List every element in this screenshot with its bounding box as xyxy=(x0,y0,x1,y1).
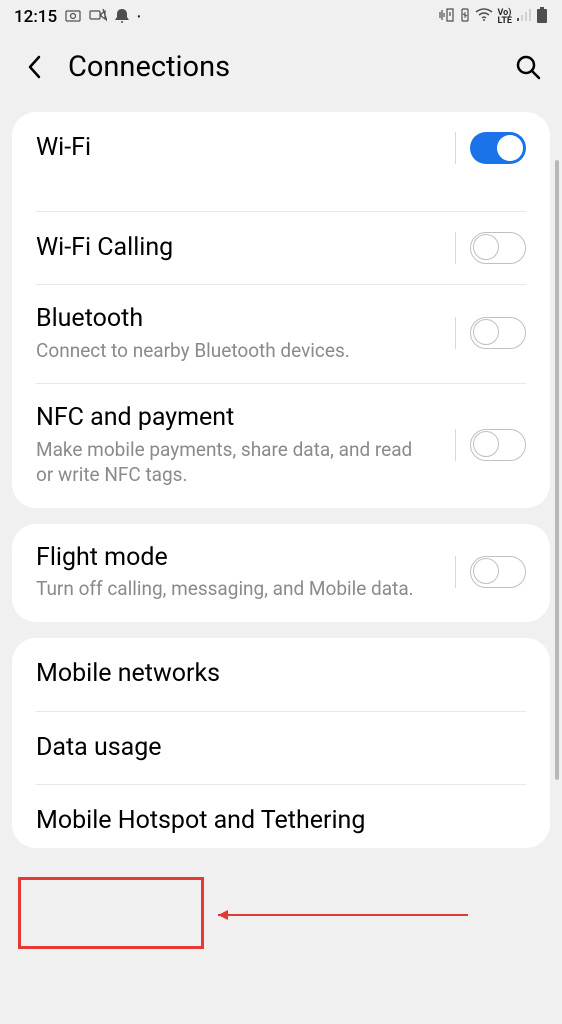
item-title: NFC and payment xyxy=(36,402,455,435)
wifi-calling-item[interactable]: Wi-Fi Calling xyxy=(12,212,550,285)
mobile-networks-item[interactable]: Mobile networks xyxy=(12,638,550,711)
notification-icon xyxy=(115,7,129,27)
page-title: Connections xyxy=(68,50,512,84)
status-bar: 12:15 • Vo)LTE xyxy=(0,0,562,34)
header: Connections xyxy=(0,34,562,112)
settings-group-2: Flight mode Turn off calling, messaging,… xyxy=(12,524,550,622)
separator xyxy=(455,429,456,461)
data-usage-item[interactable]: Data usage xyxy=(12,712,550,785)
separator xyxy=(455,556,456,588)
settings-group-1: Wi-Fi Wi-Fi Calling Bluetooth Connect to… xyxy=(12,112,550,508)
flight-mode-toggle[interactable] xyxy=(470,556,526,588)
item-title: Data usage xyxy=(36,732,526,765)
mobile-hotspot-item[interactable]: Mobile Hotspot and Tethering xyxy=(12,785,550,848)
separator xyxy=(455,317,456,349)
bluetooth-item[interactable]: Bluetooth Connect to nearby Bluetooth de… xyxy=(12,285,550,383)
vibrate-icon xyxy=(439,8,455,26)
item-title: Mobile Hotspot and Tethering xyxy=(36,805,526,838)
item-subtitle: Make mobile payments, share data, and re… xyxy=(36,437,416,488)
wifi-item[interactable]: Wi-Fi xyxy=(12,112,550,211)
flight-mode-item[interactable]: Flight mode Turn off calling, messaging,… xyxy=(12,524,550,622)
status-left: 12:15 • xyxy=(14,7,141,27)
nfc-item[interactable]: NFC and payment Make mobile payments, sh… xyxy=(12,384,550,508)
item-title: Wi-Fi Calling xyxy=(36,232,455,265)
separator xyxy=(455,232,456,264)
item-title: Wi-Fi xyxy=(36,132,455,165)
wifi-icon xyxy=(475,8,493,26)
wifi-toggle[interactable] xyxy=(470,132,526,164)
scrollbar[interactable] xyxy=(555,160,559,780)
usb-icon xyxy=(459,7,471,27)
search-button[interactable] xyxy=(512,51,544,83)
nfc-toggle[interactable] xyxy=(470,429,526,461)
voicemail-icon xyxy=(89,8,107,26)
separator xyxy=(455,132,456,164)
item-title: Bluetooth xyxy=(36,303,455,336)
item-subtitle: Turn off calling, messaging, and Mobile … xyxy=(36,576,416,602)
annotation-highlight-box xyxy=(18,877,204,949)
bluetooth-toggle[interactable] xyxy=(470,317,526,349)
status-right: Vo)LTE xyxy=(439,7,548,27)
back-button[interactable] xyxy=(18,51,50,83)
signal-icon xyxy=(516,8,532,26)
wifi-calling-toggle[interactable] xyxy=(470,232,526,264)
item-title: Flight mode xyxy=(36,542,455,575)
volte-icon: Vo)LTE xyxy=(497,9,512,25)
settings-group-3: Mobile networks Data usage Mobile Hotspo… xyxy=(12,638,550,848)
camera-icon xyxy=(65,8,81,26)
battery-icon xyxy=(536,7,548,27)
status-time: 12:15 xyxy=(14,7,57,27)
search-icon xyxy=(515,54,541,80)
dot-icon: • xyxy=(137,12,141,23)
item-title: Mobile networks xyxy=(36,658,526,691)
item-subtitle: Connect to nearby Bluetooth devices. xyxy=(36,338,416,364)
chevron-left-icon xyxy=(27,55,41,79)
annotation-arrow xyxy=(210,908,470,922)
